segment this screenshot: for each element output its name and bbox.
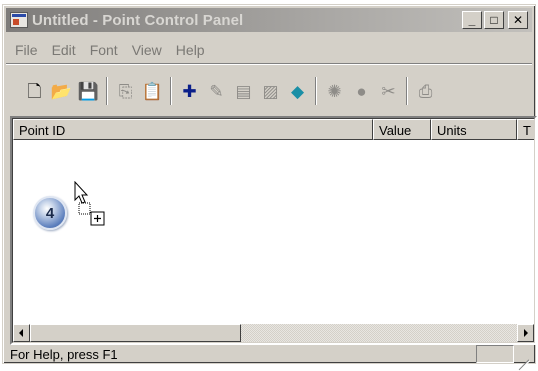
- arrow-left-icon: [19, 329, 23, 337]
- monitor-button[interactable]: ✺: [321, 78, 348, 104]
- resize-grip[interactable]: [516, 347, 530, 371]
- connect-button[interactable]: ◆: [284, 78, 311, 104]
- properties-icon: ▨: [262, 81, 279, 101]
- column-header-type[interactable]: T: [517, 119, 534, 140]
- column-header-point-id[interactable]: Point ID: [13, 119, 373, 140]
- open-icon: 📂: [50, 81, 73, 101]
- window-title: Untitled - Point Control Panel: [32, 11, 244, 29]
- point-status-icon: ●: [356, 81, 367, 101]
- menu-file[interactable]: File: [6, 42, 45, 58]
- horizontal-scrollbar[interactable]: [13, 324, 534, 342]
- paste-button[interactable]: 📋: [139, 78, 166, 104]
- menu-help[interactable]: Help: [169, 42, 212, 58]
- toolbar-separator: [106, 77, 108, 105]
- drag-copy-cursor-icon: [74, 181, 105, 226]
- toolbar: 🗋 📂 💾 ⎘ 📋 ✚ ✎ ▤ ▨ ◆ ✺ ● ✂ ⎙: [6, 71, 532, 111]
- column-header-units[interactable]: Units: [431, 119, 517, 140]
- scroll-right-button[interactable]: [517, 324, 534, 342]
- save-icon: 💾: [77, 81, 100, 101]
- column-header-value[interactable]: Value: [373, 119, 431, 140]
- menu-edit[interactable]: Edit: [45, 42, 83, 58]
- monitor-icon: ✺: [327, 81, 342, 101]
- new-icon: 🗋: [27, 81, 42, 101]
- status-bar: For Help, press F1: [6, 345, 532, 371]
- status-pane: [476, 345, 514, 363]
- point-list[interactable]: Point ID Value Units T: [10, 116, 537, 345]
- close-button[interactable]: ✕: [508, 11, 528, 29]
- new-button[interactable]: 🗋: [21, 78, 48, 104]
- callout-badge: 4: [33, 196, 67, 230]
- open-button[interactable]: 📂: [48, 78, 75, 104]
- toolbar-separator: [170, 77, 172, 105]
- menu-bar: File Edit Font View Help: [6, 39, 532, 61]
- toolbar-separator: [406, 77, 408, 105]
- menu-view[interactable]: View: [125, 42, 169, 58]
- connect-icon: ◆: [290, 81, 305, 101]
- arrow-right-icon: [524, 329, 528, 337]
- menu-font[interactable]: Font: [83, 42, 125, 58]
- edit-point-button[interactable]: ✎: [203, 78, 230, 104]
- maximize-button[interactable]: □: [484, 11, 504, 29]
- print-button[interactable]: ⎙: [412, 78, 439, 104]
- scroll-left-button[interactable]: [13, 324, 30, 342]
- add-point-button[interactable]: ✚: [176, 78, 203, 104]
- print-icon: ⎙: [418, 81, 433, 101]
- paste-icon: 📋: [141, 81, 164, 101]
- edit-point-icon: ✎: [209, 81, 224, 101]
- minimize-button[interactable]: _: [462, 11, 482, 29]
- add-point-icon: ✚: [182, 81, 197, 101]
- cut-icon: ✂: [381, 81, 396, 101]
- point-status-button[interactable]: ●: [348, 78, 375, 104]
- app-icon[interactable]: [10, 12, 28, 28]
- point-list-button[interactable]: ▤: [230, 78, 257, 104]
- toolbar-separator: [315, 77, 317, 105]
- title-bar[interactable]: Untitled - Point Control Panel _ □ ✕: [6, 8, 532, 32]
- scroll-thumb[interactable]: [30, 324, 241, 342]
- copy-icon: ⎘: [118, 81, 133, 101]
- point-list-icon: ▤: [235, 81, 252, 101]
- properties-button[interactable]: ▨: [257, 78, 284, 104]
- copy-button[interactable]: ⎘: [112, 78, 139, 104]
- status-text: For Help, press F1: [10, 346, 118, 362]
- cut-button[interactable]: ✂: [375, 78, 402, 104]
- menu-divider: [6, 63, 532, 65]
- save-button[interactable]: 💾: [75, 78, 102, 104]
